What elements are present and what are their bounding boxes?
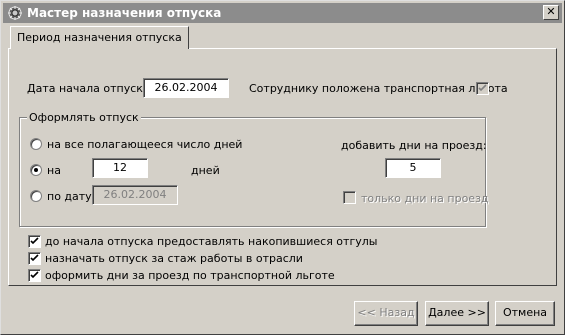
- radio-days[interactable]: [30, 164, 42, 176]
- transport-benefit-label: Сотруднику положена транспортная льгота: [249, 82, 508, 95]
- window-title: Мастер назначения отпуска: [27, 6, 222, 20]
- travel-only-checkbox: [343, 191, 356, 204]
- radio-selected-dot: [34, 168, 38, 172]
- checkmark-icon: [30, 254, 39, 262]
- cancel-button[interactable]: Отмена: [495, 301, 555, 326]
- radio-by-date-label: по дату: [47, 190, 92, 203]
- checkbox-seniority-vacation[interactable]: [28, 252, 41, 265]
- travel-days-benefit-label: оформить дни за проезд по транспортной л…: [45, 269, 335, 282]
- travel-days-field[interactable]: 5: [385, 158, 441, 178]
- end-date-field: 26.02.2004: [92, 185, 178, 205]
- start-date-field[interactable]: 26.02.2004: [143, 78, 229, 98]
- start-date-label: Дата начала отпуска: [27, 82, 150, 95]
- next-button[interactable]: Далее >>: [425, 301, 489, 326]
- checkbox-travel-days-benefit[interactable]: [28, 269, 41, 282]
- travel-only-label: только дни на проезд: [361, 192, 489, 205]
- radio-all-days-label: на все полагающееся число дней: [47, 138, 243, 151]
- app-gear-icon: [8, 6, 22, 20]
- wizard-window: Мастер назначения отпуска ✕ Период назна…: [0, 0, 565, 335]
- transport-benefit-checkbox: [476, 82, 489, 95]
- radio-days-label: на: [47, 164, 61, 177]
- group-title: Оформлять отпуск: [27, 111, 141, 124]
- close-button[interactable]: ✕: [543, 5, 559, 20]
- seniority-vacation-label: назначать отпуск за стаж работы в отрасл…: [45, 252, 303, 265]
- days-count-field[interactable]: 12: [92, 158, 148, 178]
- tab-label: Период назначения отпуска: [17, 31, 182, 44]
- checkmark-icon: [30, 237, 39, 245]
- radio-by-date[interactable]: [30, 190, 42, 202]
- days-unit-label: дней: [191, 164, 220, 177]
- checkmark-icon: [478, 84, 487, 92]
- title-bar[interactable]: Мастер назначения отпуска ✕: [3, 3, 562, 23]
- accrued-days-off-label: до начала отпуска предоставлять накопивш…: [45, 235, 378, 248]
- radio-all-days[interactable]: [30, 138, 42, 150]
- tab-vacation-period[interactable]: Период назначения отпуска: [10, 26, 189, 49]
- close-icon: ✕: [546, 5, 556, 18]
- checkbox-accrued-days-off[interactable]: [28, 235, 41, 248]
- back-button[interactable]: << Назад: [354, 301, 418, 326]
- checkmark-icon: [30, 271, 39, 279]
- travel-days-label: добавить дни на проезд:: [341, 139, 487, 152]
